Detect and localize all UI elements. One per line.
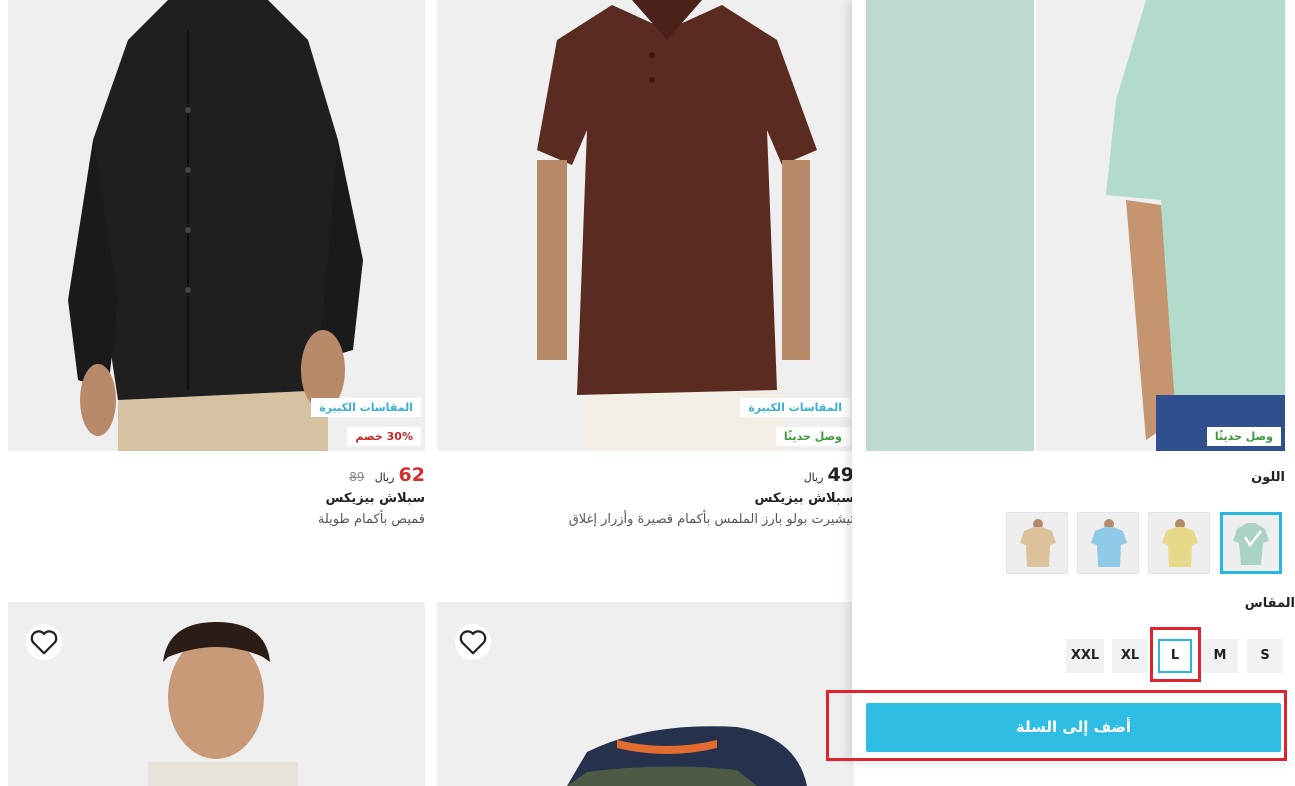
size-button-s[interactable]: S	[1247, 639, 1283, 673]
product-name[interactable]: قميص بأكمام طويلة	[8, 512, 425, 527]
heart-icon	[30, 630, 58, 655]
tshirts-stack-photo	[437, 602, 854, 786]
old-price: 89	[349, 470, 365, 484]
product-name[interactable]: تيشيرت بولو بارز الملمس بأكمام قصيرة وأز…	[437, 512, 854, 527]
currency: ريال	[374, 471, 395, 484]
wishlist-button[interactable]	[455, 624, 491, 660]
big-sizes-badge: المقاسات الكبيرة	[740, 398, 850, 417]
size-button-xxl[interactable]: XXL	[1066, 639, 1104, 673]
heart-icon	[459, 630, 487, 655]
brown-polo-photo	[437, 0, 854, 451]
price-line: 62 ريال 89	[8, 463, 425, 487]
big-sizes-badge: المقاسات الكبيرة	[311, 398, 421, 417]
color-label: اللون	[1251, 470, 1285, 485]
size-button-l[interactable]: L	[1158, 639, 1192, 673]
mint-tshirt-thumb	[1223, 515, 1279, 571]
light-blue-tshirt-thumb	[1078, 513, 1138, 573]
color-swatch-light-blue[interactable]	[1077, 512, 1139, 574]
discount-badge: 30% خصم	[347, 427, 421, 446]
product-info: 62 ريال 89 سبلاش بيزيكس قميص بأكمام طويل…	[8, 463, 425, 527]
add-to-cart-button[interactable]: أضف إلى السلة	[866, 703, 1281, 752]
product-image[interactable]: المقاسات الكبيرة 30% خصم	[8, 0, 425, 451]
brand-name: سبلاش بيزيكس	[754, 491, 854, 506]
mint-tshirt-photo	[1036, 0, 1285, 451]
product-image[interactable]	[437, 602, 854, 786]
mint-fabric-photo	[866, 0, 1034, 451]
product-info: 49 ريال سبلاش بيزيكس تيشيرت بولو بارز ال…	[437, 463, 854, 527]
beige-tshirt-thumb	[1007, 513, 1067, 573]
man-portrait-photo	[8, 602, 425, 786]
price: 62	[398, 464, 425, 486]
yellow-tshirt-thumb	[1149, 513, 1209, 573]
product-image[interactable]: المقاسات الكبيرة وصل حديثًا	[437, 0, 854, 451]
panel-image-left[interactable]	[866, 0, 1034, 451]
black-shirt-photo	[8, 0, 425, 451]
color-swatch-beige[interactable]	[1006, 512, 1068, 574]
price: 49	[827, 464, 854, 486]
size-label: المقاس	[1244, 596, 1295, 611]
size-button-m[interactable]: M	[1202, 639, 1238, 673]
currency: ريال	[803, 471, 824, 484]
color-swatch-mint[interactable]	[1220, 512, 1282, 574]
new-arrival-badge: وصل حديثًا	[1206, 427, 1281, 446]
new-arrival-badge: وصل حديثًا	[775, 427, 850, 446]
color-swatch-yellow[interactable]	[1148, 512, 1210, 574]
panel-image-right[interactable]: وصل حديثًا	[1036, 0, 1285, 451]
brand-name: سبلاش بيزيكس	[325, 491, 425, 506]
price-line: 49 ريال	[437, 463, 854, 487]
wishlist-button[interactable]	[26, 624, 62, 660]
size-button-xl[interactable]: XL	[1112, 639, 1148, 673]
product-image[interactable]	[8, 602, 425, 786]
